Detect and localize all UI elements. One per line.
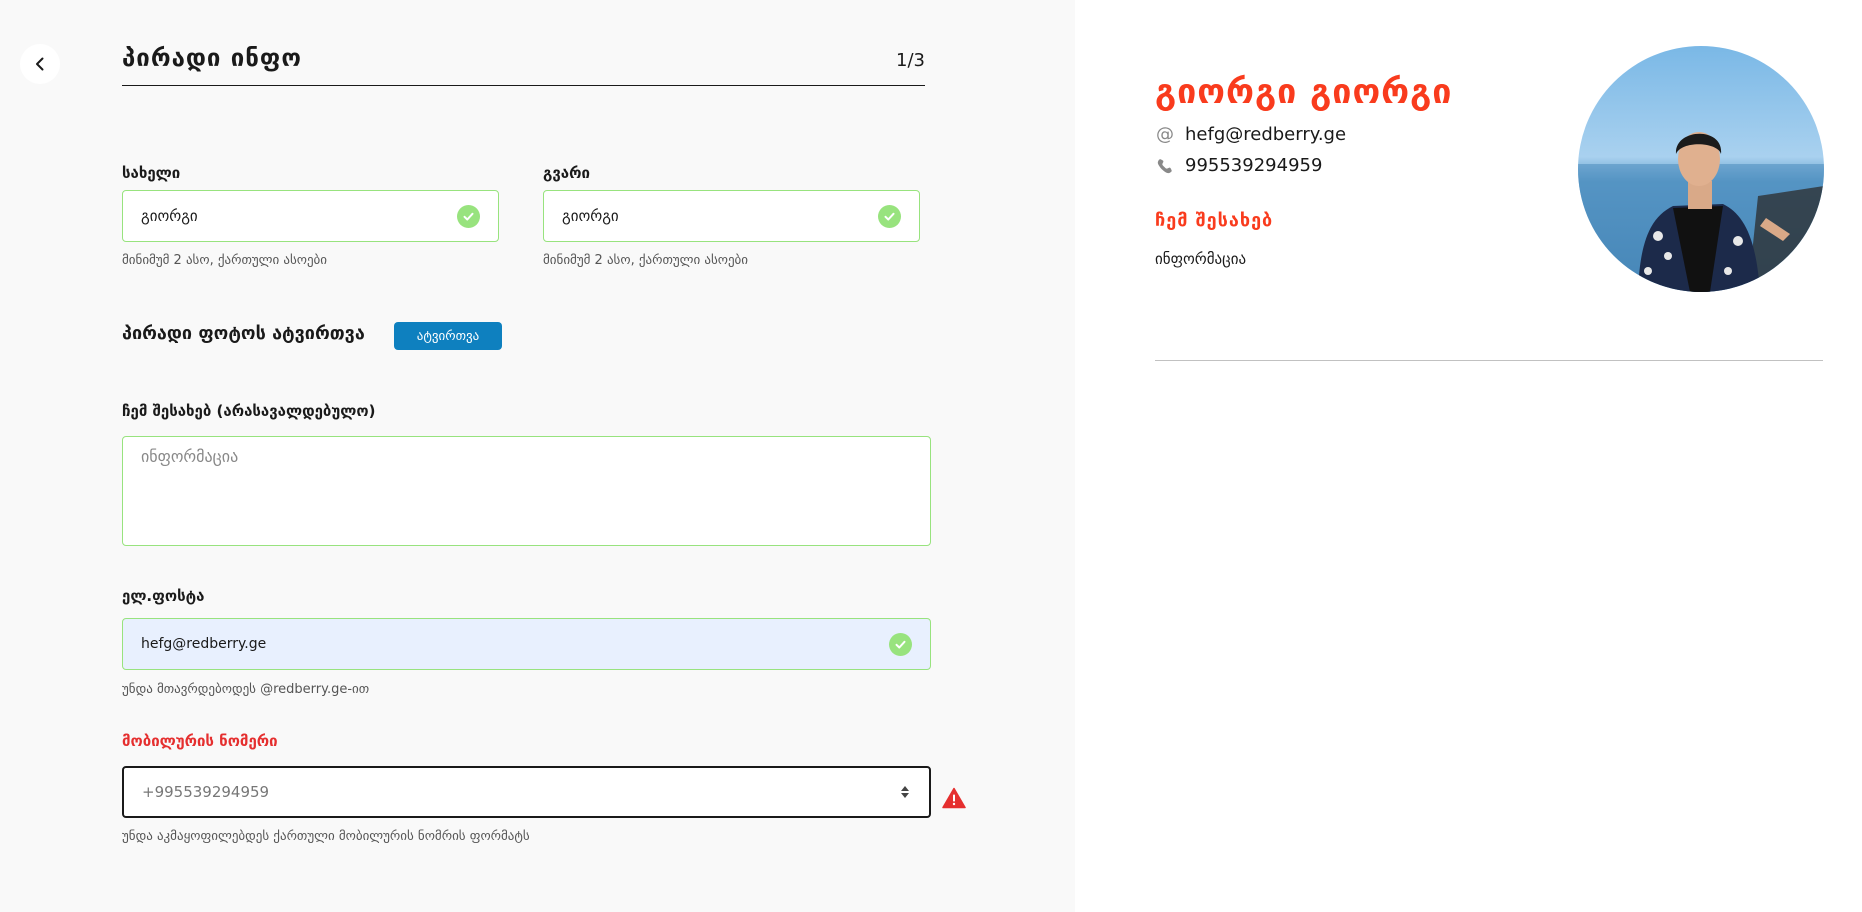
step-indicator: 1/3 xyxy=(896,50,925,71)
warning-triangle-icon xyxy=(942,787,966,809)
preview-about-text: ინფორმაცია xyxy=(1155,250,1247,268)
check-circle-icon xyxy=(878,204,901,228)
spin-up-icon[interactable] xyxy=(901,786,909,791)
phone-value: +995539294959 xyxy=(142,783,270,801)
preview-about-title: ჩემ შესახებ xyxy=(1155,210,1274,231)
form-panel: პირადი ინფო 1/3 სახელი გიორგი მინიმუმ 2 … xyxy=(0,0,1075,912)
last-name-value: გიორგი xyxy=(562,207,619,225)
email-hint: უნდა მთავრდებოდეს @redberry.ge-ით xyxy=(122,682,370,697)
first-name-hint: მინიმუმ 2 ასო, ქართული ასოები xyxy=(122,253,328,268)
about-placeholder: ინფორმაცია xyxy=(141,447,239,466)
last-name-input[interactable]: გიორგი xyxy=(543,190,920,242)
check-circle-icon xyxy=(889,632,912,656)
first-name-input[interactable]: გიორგი xyxy=(122,190,499,242)
chevron-left-icon xyxy=(36,57,44,71)
check-circle-icon xyxy=(457,204,480,228)
first-name-label: სახელი xyxy=(122,164,181,182)
phone-input[interactable]: +995539294959 xyxy=(122,766,931,818)
preview-email: hefg@redberry.ge xyxy=(1185,124,1347,145)
spin-down-icon[interactable] xyxy=(901,793,909,798)
upload-button[interactable]: ატვირთვა xyxy=(394,322,502,350)
last-name-label: გვარი xyxy=(543,164,590,182)
title-divider xyxy=(122,85,925,86)
avatar xyxy=(1578,46,1824,292)
first-name-value: გიორგი xyxy=(141,207,198,225)
back-button[interactable] xyxy=(20,44,60,84)
preview-name: გიორგი გიორგი xyxy=(1155,72,1453,112)
phone-label: მობილურის ნომერი xyxy=(122,732,278,750)
last-name-hint: მინიმუმ 2 ასო, ქართული ასოები xyxy=(543,253,749,268)
phone-hint: უნდა აკმაყოფილებდეს ქართული მობილურის ნო… xyxy=(122,829,530,844)
page-title: პირადი ინფო xyxy=(122,44,302,72)
preview-divider xyxy=(1155,360,1823,361)
email-input[interactable]: hefg@redberry.ge xyxy=(122,618,931,670)
preview-phone: 995539294959 xyxy=(1185,155,1323,176)
about-textarea[interactable]: ინფორმაცია xyxy=(122,436,931,546)
preview-email-row: @ hefg@redberry.ge xyxy=(1155,124,1346,145)
at-icon: @ xyxy=(1156,124,1174,145)
preview-phone-row: 995539294959 xyxy=(1155,155,1322,176)
profile-photo xyxy=(1578,46,1824,292)
photo-upload-label: პირადი ფოტოს ატვირთვა xyxy=(122,323,365,344)
phone-icon xyxy=(1155,156,1175,176)
about-label: ჩემ შესახებ (არასავალდებულო) xyxy=(122,402,376,420)
email-value: hefg@redberry.ge xyxy=(141,636,267,652)
number-spinner[interactable] xyxy=(899,782,911,802)
email-label: ელ.ფოსტა xyxy=(122,587,205,605)
